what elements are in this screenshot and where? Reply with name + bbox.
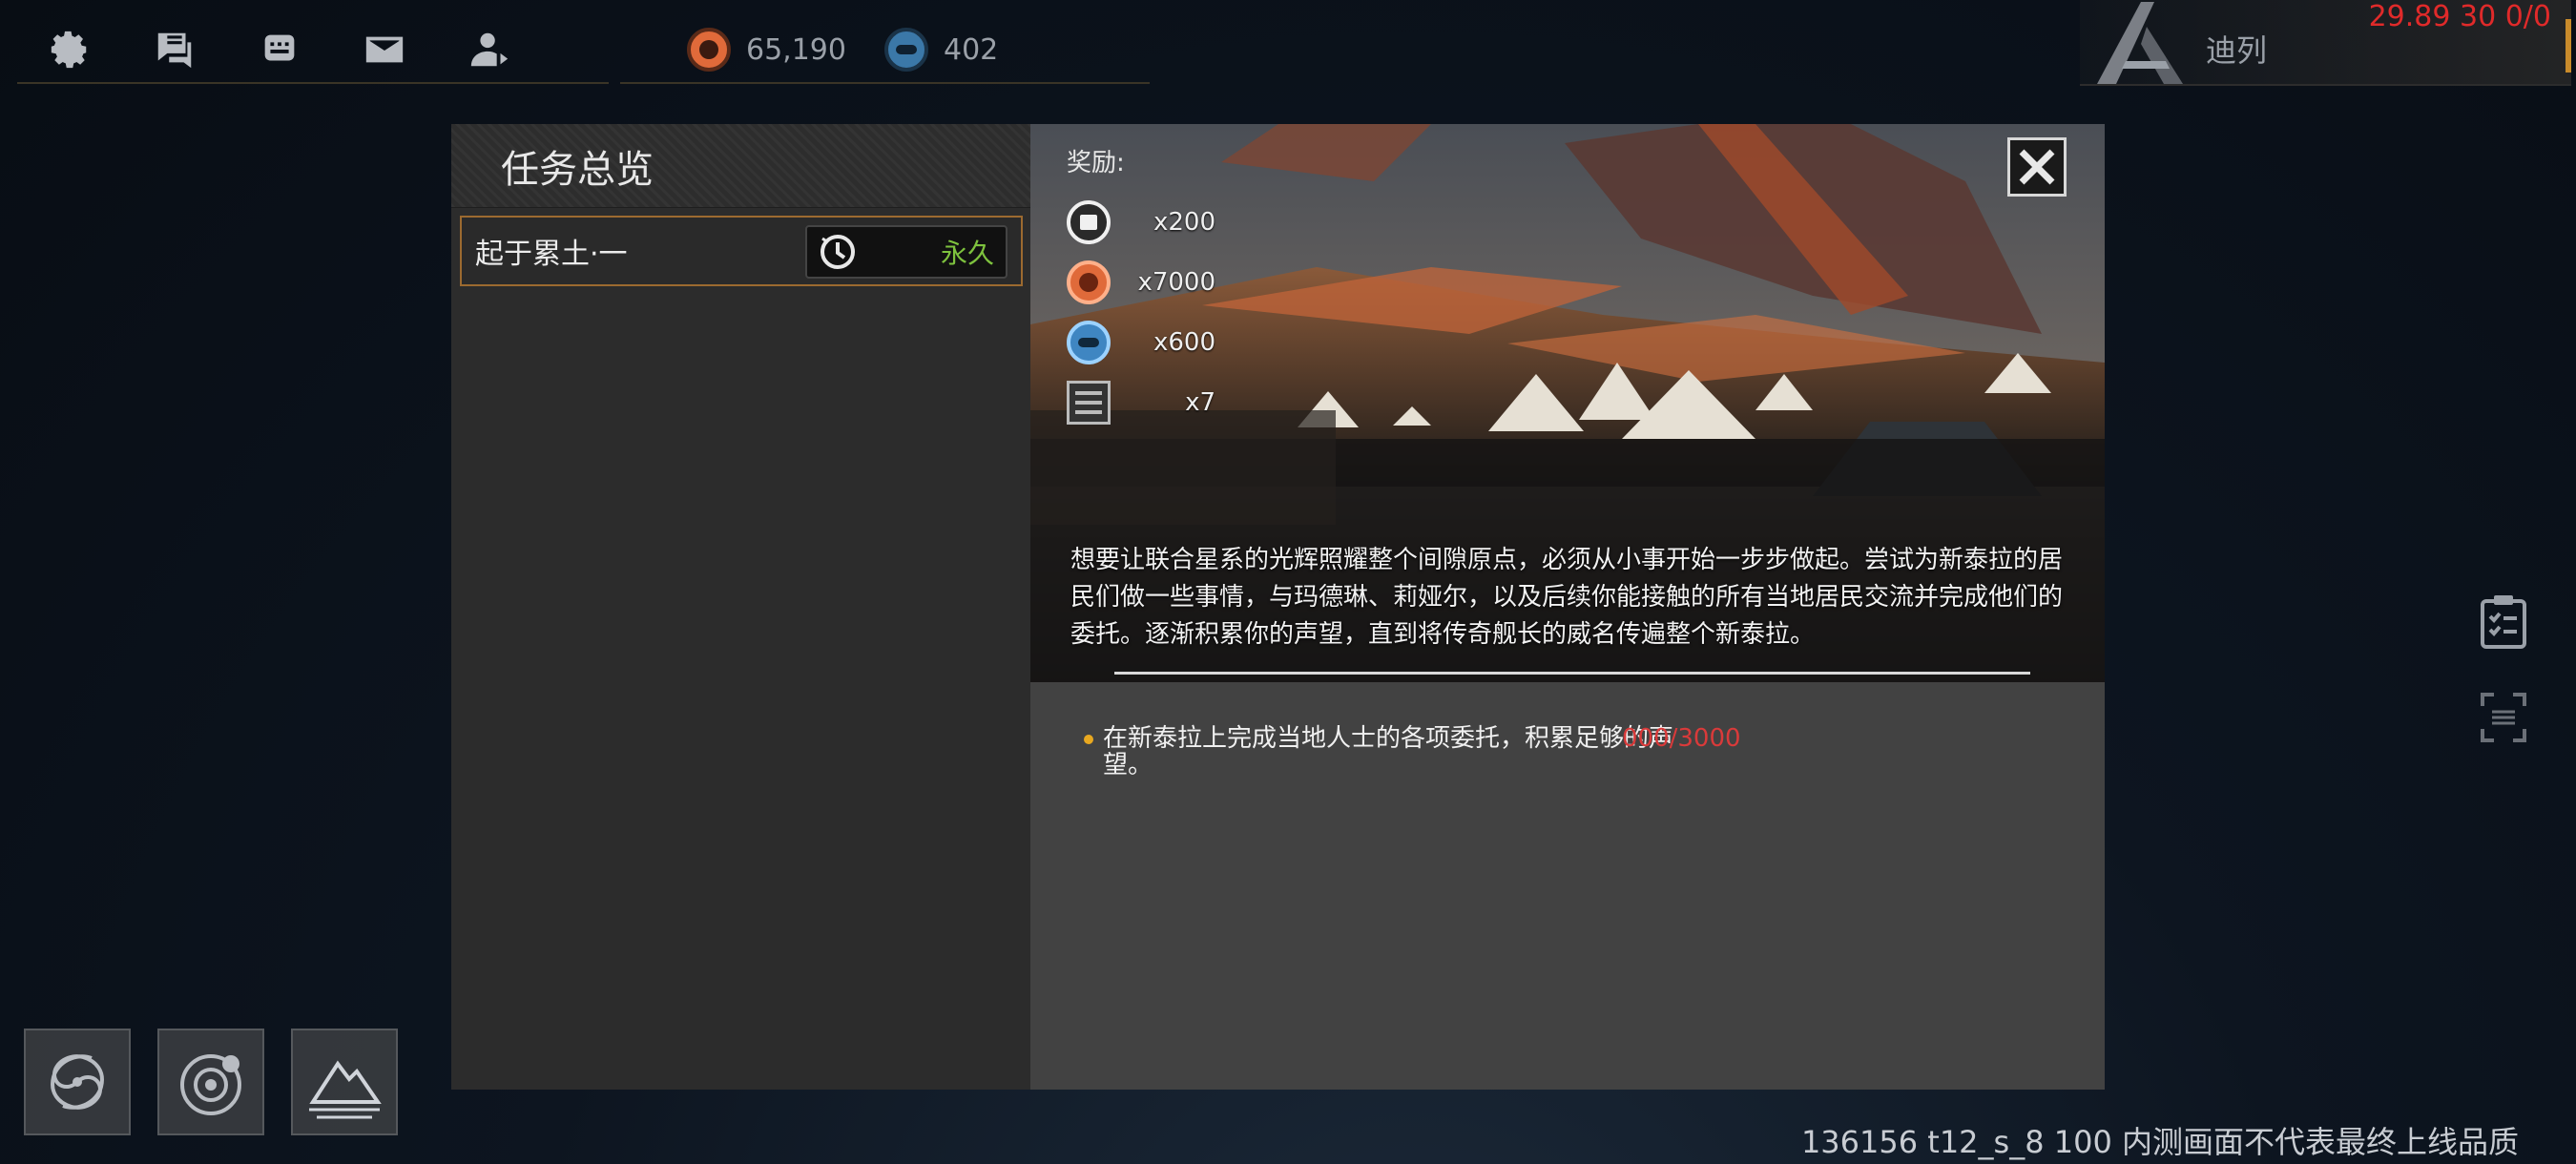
scan-icon[interactable]	[2477, 689, 2530, 746]
fps-counter: 29.89 30 0/0	[2368, 0, 2551, 33]
reward-qty: x7	[1185, 388, 1215, 417]
contact-icon[interactable]	[437, 21, 542, 78]
task-list-icon[interactable]	[2477, 593, 2530, 651]
friends-icon[interactable]	[227, 21, 332, 78]
mission-detail-pane: 奖励: x200 x7000 x600 x7 想要让联合星系的光辉照耀整个间隙原…	[1030, 124, 2105, 1090]
mail-icon[interactable]	[332, 21, 437, 78]
mountain-icon	[309, 1060, 382, 1119]
mission-list-item[interactable]: 起于累土·一 永久	[460, 216, 1023, 286]
orbit-icon	[180, 1054, 241, 1115]
objective-progress: 000/3000	[1622, 724, 1741, 753]
red-resource-icon	[1067, 260, 1111, 304]
clock-icon	[821, 235, 855, 269]
build-watermark: 136156 t12_s_8 100 内测画面不代表最终上线品质	[1800, 1124, 2519, 1160]
faction-logo-icon	[2097, 2, 2183, 84]
mission-description: 想要让联合星系的光辉照耀整个间隙原点，必须从小事开始一步步做起。尝试为新泰拉的居…	[1070, 546, 2064, 649]
mission-duration: 永久	[805, 225, 1008, 279]
mission-name: 起于累土·一	[475, 238, 628, 271]
reward-qty: x600	[1153, 328, 1215, 357]
galaxy-icon	[51, 1054, 104, 1110]
top-toolbar	[17, 17, 609, 84]
red-resource-value: 65,190	[746, 32, 846, 67]
blue-resource: 402	[883, 28, 999, 72]
reward-item: x600	[1067, 321, 1215, 364]
close-icon	[2019, 149, 2055, 185]
reward-item: x7000	[1067, 260, 1215, 304]
player-level-bar	[2566, 19, 2571, 73]
mission-list-pane: 任务总览 起于累土·一 永久	[451, 124, 1030, 1090]
dialog-title: 任务总览	[451, 124, 1030, 208]
galaxy-button[interactable]	[24, 1029, 131, 1135]
chat-icon[interactable]	[122, 21, 227, 78]
badge-icon	[1067, 200, 1111, 244]
mission-overview-dialog: 任务总览 起于累土·一 永久 奖励: x200 x7000 x600 x7 想要…	[451, 124, 2105, 1090]
blue-resource-icon	[1067, 321, 1111, 364]
divider	[1114, 672, 2030, 675]
planet-button[interactable]	[291, 1029, 398, 1135]
red-resource-icon	[687, 28, 731, 72]
reward-item: x7	[1067, 381, 1215, 425]
blue-resource-icon	[883, 28, 928, 72]
gear-icon[interactable]	[17, 21, 122, 78]
resource-bar: 65,190 402	[620, 17, 1150, 84]
reward-item: x200	[1067, 200, 1215, 244]
bullet-dot	[1084, 735, 1093, 744]
crate-icon	[1067, 381, 1111, 425]
close-button[interactable]	[2007, 137, 2067, 197]
duration-label: 永久	[940, 238, 994, 269]
objective-text: 在新泰拉上完成当地人士的各项委托，积累足够的声望。	[1103, 724, 1674, 779]
blue-resource-value: 402	[943, 32, 999, 67]
rewards-title: 奖励:	[1067, 149, 1125, 177]
star-system-button[interactable]	[157, 1029, 264, 1135]
player-name: 迪列	[2206, 32, 2268, 69]
reward-qty: x200	[1153, 208, 1215, 237]
red-resource: 65,190	[687, 28, 846, 72]
reward-qty: x7000	[1137, 268, 1215, 297]
